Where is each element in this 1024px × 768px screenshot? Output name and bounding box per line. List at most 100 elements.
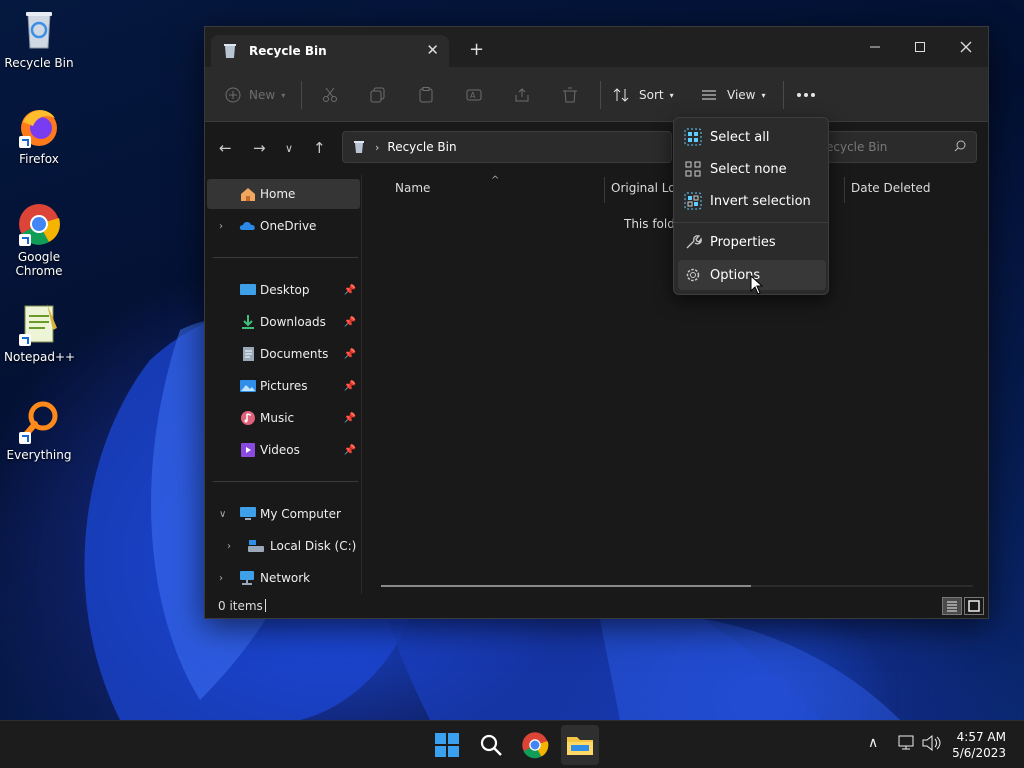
chevron-down-icon[interactable]: ∨	[219, 509, 226, 520]
pictures-icon	[240, 380, 256, 392]
search-icon	[480, 734, 502, 756]
chevron-right-icon[interactable]: ›	[219, 221, 223, 232]
more-options-button[interactable]	[796, 83, 816, 107]
horizontal-scrollbar[interactable]	[381, 585, 973, 587]
scissors-icon	[323, 87, 337, 102]
start-button[interactable]	[433, 731, 461, 759]
new-button-label: New	[249, 88, 276, 102]
network-status-icon[interactable]	[898, 735, 916, 755]
pin-icon[interactable]: 📌	[344, 445, 356, 456]
column-divider[interactable]	[844, 177, 845, 203]
search-taskbar-button[interactable]	[477, 731, 505, 759]
maximize-button[interactable]	[897, 33, 943, 61]
menu-item-select-none[interactable]: Select none	[678, 154, 826, 184]
close-window-button[interactable]	[943, 33, 989, 61]
file-explorer-taskbar-button[interactable]	[561, 725, 599, 765]
up-arrow-icon[interactable]: ↑	[313, 139, 326, 157]
pin-icon[interactable]: 📌	[344, 285, 356, 296]
menu-item-properties[interactable]: Properties	[678, 227, 826, 257]
large-icons-view-button[interactable]	[964, 597, 984, 615]
back-arrow-icon[interactable]: ←	[219, 139, 232, 157]
system-clock[interactable]: 4:57 AM 5/6/2023	[952, 729, 1006, 761]
computer-icon	[240, 507, 256, 520]
column-header-date-deleted[interactable]: Date Deleted	[851, 181, 931, 195]
download-arrow-icon	[242, 315, 254, 329]
tab-title: Recycle Bin	[249, 44, 327, 58]
column-header-name[interactable]: Name	[395, 181, 430, 195]
sidebar-item-onedrive[interactable]: › OneDrive	[207, 211, 360, 241]
column-divider[interactable]	[604, 177, 605, 203]
desktop-icon-label: Everything	[6, 448, 72, 462]
pin-icon[interactable]: 📌	[344, 381, 356, 392]
desktop-icon-firefox[interactable]: Firefox	[4, 104, 74, 166]
menu-item-select-all[interactable]: Select all	[678, 122, 826, 152]
recycle-bin-icon	[17, 8, 61, 52]
sidebar-item-network[interactable]: › Network	[207, 563, 360, 593]
recycle-bin-icon	[224, 44, 236, 58]
address-bar[interactable]: › Recycle Bin	[342, 131, 672, 163]
sidebar-item-label: Videos	[260, 443, 300, 457]
close-icon	[960, 41, 972, 53]
minimize-button[interactable]	[852, 33, 898, 61]
sidebar-item-music[interactable]: Music 📌	[207, 403, 360, 433]
sort-arrows-icon	[613, 88, 629, 102]
home-icon	[241, 188, 255, 201]
sidebar-item-pictures[interactable]: Pictures 📌	[207, 371, 360, 401]
sidebar-item-label: Documents	[260, 347, 329, 361]
sidebar-item-home[interactable]: Home	[207, 179, 360, 209]
sidebar-item-my-computer[interactable]: ∨ My Computer	[207, 499, 360, 529]
menu-item-invert-selection[interactable]: Invert selection	[678, 186, 826, 216]
scrollbar-thumb[interactable]	[381, 585, 751, 587]
new-tab-button[interactable]: +	[469, 39, 484, 60]
delete-button[interactable]	[562, 83, 578, 107]
details-view-button[interactable]	[942, 597, 962, 615]
tab-recycle-bin[interactable]: Recycle Bin ✕	[211, 35, 449, 67]
sidebar-item-label: Network	[260, 571, 311, 585]
sidebar-item-label: Music	[260, 411, 295, 425]
status-bar: 0 items	[205, 594, 988, 618]
file-explorer-window: Recycle Bin ✕ + New ▾ A Sort ▾ View ▾ ← …	[204, 26, 989, 619]
pin-icon[interactable]: 📌	[344, 349, 356, 360]
search-input[interactable]: ecycle Bin	[817, 131, 977, 163]
volume-icon[interactable]	[922, 734, 942, 755]
search-placeholder-text: ecycle Bin	[826, 140, 888, 154]
paste-button[interactable]	[418, 83, 434, 107]
chrome-taskbar-button[interactable]	[521, 731, 549, 759]
cut-button[interactable]	[322, 83, 338, 107]
new-button[interactable]: New ▾	[225, 83, 285, 107]
svg-text:A: A	[470, 91, 476, 100]
share-button[interactable]	[514, 83, 530, 107]
chevron-right-icon[interactable]: ›	[227, 541, 231, 552]
rename-button[interactable]: A	[466, 83, 482, 107]
pin-icon[interactable]: 📌	[344, 413, 356, 424]
sidebar-item-downloads[interactable]: Downloads 📌	[207, 307, 360, 337]
pin-icon[interactable]: 📌	[344, 317, 356, 328]
recent-locations-chevron-icon[interactable]: ∨	[285, 142, 293, 155]
shortcut-arrow-icon	[19, 432, 31, 444]
notepadpp-icon	[17, 302, 61, 346]
forward-arrow-icon[interactable]: →	[253, 139, 266, 157]
desktop-icon-notepadpp[interactable]: Notepad++	[4, 302, 75, 364]
chevron-down-icon: ▾	[669, 90, 674, 100]
sidebar-item-videos[interactable]: Videos 📌	[207, 435, 360, 465]
view-button[interactable]: View ▾	[701, 83, 766, 107]
drive-icon	[248, 540, 264, 552]
sort-button[interactable]: Sort ▾	[613, 83, 674, 107]
desktop-icon-chrome[interactable]: Google Chrome	[4, 202, 74, 278]
desktop-icon-everything[interactable]: Everything	[4, 400, 74, 462]
new-plus-icon	[225, 87, 241, 103]
show-hidden-icons-chevron-icon[interactable]: ∧	[868, 735, 878, 751]
document-icon	[243, 347, 254, 361]
desktop-icon-label: Firefox	[19, 152, 59, 166]
desktop-icon-recycle-bin[interactable]: Recycle Bin	[4, 8, 74, 70]
sidebar-item-local-disk[interactable]: › Local Disk (C:)	[207, 531, 360, 561]
column-header-original-location[interactable]: Original Loc	[611, 181, 682, 195]
sidebar-item-label: Local Disk (C:)	[270, 539, 357, 553]
close-tab-icon[interactable]: ✕	[426, 41, 439, 59]
item-count: 0 items	[218, 599, 263, 613]
chrome-icon	[17, 202, 61, 246]
copy-button[interactable]	[370, 83, 386, 107]
chevron-right-icon[interactable]: ›	[219, 573, 223, 584]
sidebar-item-documents[interactable]: Documents 📌	[207, 339, 360, 369]
sidebar-item-desktop[interactable]: Desktop 📌	[207, 275, 360, 305]
